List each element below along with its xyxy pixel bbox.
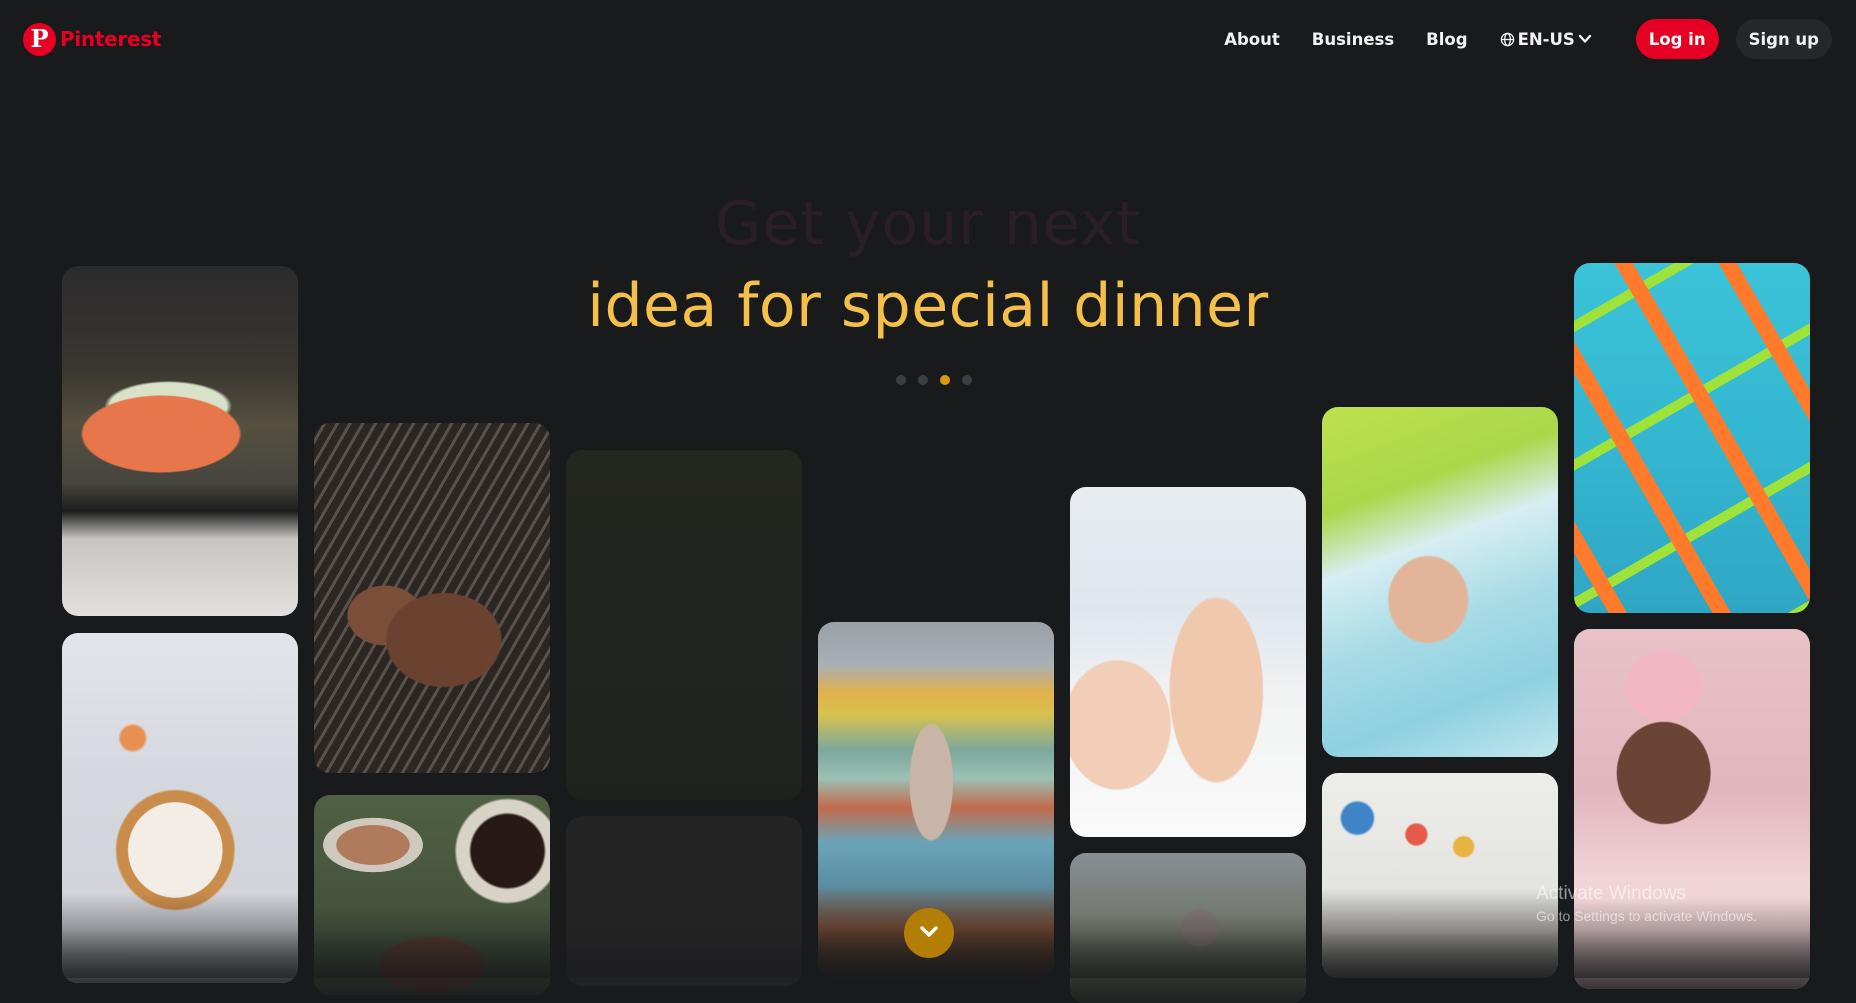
carousel-dot[interactable] [962, 375, 972, 385]
pin-image-water-slide[interactable] [1322, 407, 1558, 757]
nav-business-link[interactable]: Business [1312, 30, 1394, 49]
pin-fade [1322, 888, 1558, 978]
pin-image-baby[interactable] [1070, 487, 1306, 837]
watermark-subtitle: Go to Settings to activate Windows. [1536, 908, 1757, 924]
pin-image-faded[interactable] [566, 816, 802, 986]
pin-image-faded-garden[interactable] [566, 450, 802, 800]
globe-icon [1500, 32, 1515, 47]
pin-image-girl-helmet[interactable] [1070, 853, 1306, 1003]
header: P Pinterest About Business Blog EN-US Lo… [0, 0, 1856, 80]
pinterest-logo[interactable]: P Pinterest [23, 20, 161, 58]
activate-windows-watermark: Activate Windows Go to Settings to activ… [1536, 882, 1757, 926]
chevron-down-icon [917, 919, 941, 947]
nav-blog-link[interactable]: Blog [1426, 30, 1467, 49]
pin-fade [62, 893, 298, 983]
hero-heading-line1: Get your next [715, 189, 1141, 259]
scroll-down-button[interactable] [904, 908, 954, 958]
login-button[interactable]: Log in [1635, 19, 1719, 59]
pin-fade [314, 905, 550, 995]
pin-image-kids-room[interactable] [1322, 773, 1558, 978]
brand-name: Pinterest [60, 27, 162, 51]
hero-heading-line2: idea for special dinner [587, 271, 1269, 341]
nav-about-link[interactable]: About [1224, 30, 1280, 49]
language-label: EN-US [1517, 29, 1575, 49]
signup-button[interactable]: Sign up [1735, 19, 1832, 59]
pin-image-toddler[interactable] [1574, 629, 1810, 989]
top-nav: About Business Blog EN-US Log in Sign up [1224, 18, 1832, 60]
pin-image-grill[interactable] [314, 423, 550, 773]
carousel-dot-active[interactable] [940, 375, 950, 385]
pinterest-logo-icon: P [23, 22, 56, 56]
pin-image-tea-table[interactable] [314, 795, 550, 995]
carousel-dot[interactable] [896, 375, 906, 385]
carousel-dot[interactable] [918, 375, 928, 385]
pin-fade [1070, 913, 1306, 1003]
chevron-down-icon [1578, 32, 1592, 46]
carousel-dots [890, 375, 978, 385]
pin-image-meringue-pie[interactable] [62, 633, 298, 983]
language-selector[interactable]: EN-US [1500, 30, 1592, 49]
watermark-title: Activate Windows [1536, 883, 1686, 904]
